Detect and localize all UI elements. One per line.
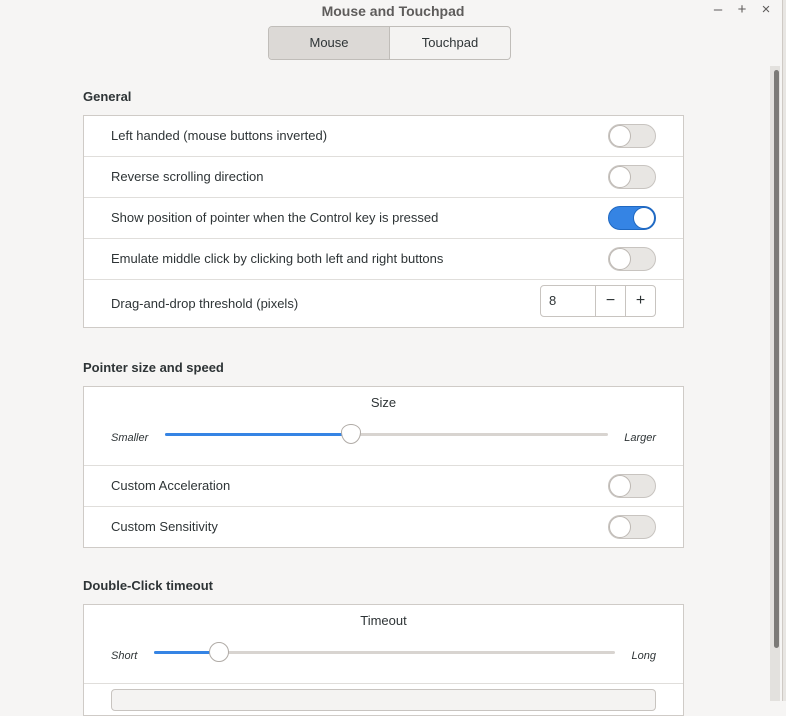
list-item: Emulate middle click by clicking both le…	[84, 239, 683, 280]
threshold-label: Drag-and-drop threshold (pixels)	[111, 296, 299, 311]
reverse-scrolling-switch[interactable]	[608, 165, 656, 189]
switch-knob	[609, 248, 631, 270]
window-title: Mouse and Touchpad	[321, 3, 465, 19]
section-doubleclick-title: Double-Click timeout	[83, 578, 214, 593]
size-slider-handle[interactable]	[341, 424, 361, 444]
decrement-button[interactable]: −	[595, 286, 625, 316]
window-edge	[782, 0, 786, 701]
list-item: Reverse scrolling direction	[84, 157, 683, 198]
switch-knob	[609, 516, 631, 538]
left-handed-label: Left handed (mouse buttons inverted)	[111, 128, 328, 143]
section-pointer-title: Pointer size and speed	[83, 360, 224, 375]
size-max-label: Larger	[624, 432, 656, 444]
threshold-value[interactable]: 8	[541, 286, 595, 316]
switch-knob	[609, 475, 631, 497]
timeout-max-label: Long	[631, 650, 656, 662]
tab-touchpad[interactable]: Touchpad	[390, 27, 510, 59]
test-area[interactable]	[111, 689, 656, 711]
timeout-slider-row: Timeout Short Long	[84, 605, 683, 684]
list-item: Show position of pointer when the Contro…	[84, 198, 683, 239]
timeout-title: Timeout	[360, 613, 407, 628]
increment-button[interactable]: +	[625, 286, 655, 316]
middle-click-switch[interactable]	[608, 247, 656, 271]
size-slider-row: Size Smaller Larger	[84, 387, 683, 466]
timeout-slider[interactable]	[154, 642, 615, 662]
section-general-title: General	[83, 89, 132, 104]
switch-knob	[609, 166, 631, 188]
size-title: Size	[370, 395, 397, 410]
close-icon[interactable]: ×	[758, 1, 774, 19]
show-pointer-switch[interactable]	[608, 206, 656, 230]
list-item: Custom Sensitivity	[84, 507, 683, 547]
tab-mouse[interactable]: Mouse	[269, 27, 390, 59]
list-item: Custom Acceleration	[84, 466, 683, 507]
title-bar: Mouse and Touchpad – + ×	[0, 0, 786, 22]
list-item: Left handed (mouse buttons inverted)	[84, 116, 683, 157]
reverse-scrolling-label: Reverse scrolling direction	[111, 169, 264, 184]
custom-sensitivity-switch[interactable]	[608, 515, 656, 539]
minimize-icon[interactable]: –	[710, 1, 726, 19]
stack-switcher: Mouse Touchpad	[268, 26, 511, 60]
switch-knob	[633, 207, 655, 229]
size-slider[interactable]	[165, 424, 608, 444]
general-frame: Left handed (mouse buttons inverted) Rev…	[83, 115, 684, 328]
custom-sensitivity-label: Custom Sensitivity	[111, 519, 218, 534]
size-slider-fill	[165, 433, 351, 436]
show-pointer-label: Show position of pointer when the Contro…	[111, 210, 439, 225]
custom-acceleration-switch[interactable]	[608, 474, 656, 498]
list-item: Drag-and-drop threshold (pixels) 8 − +	[84, 280, 683, 327]
left-handed-switch[interactable]	[608, 124, 656, 148]
switch-knob	[609, 125, 631, 147]
threshold-spinbutton: 8 − +	[540, 285, 656, 317]
pointer-frame: Size Smaller Larger Custom Acceleration …	[83, 386, 684, 548]
timeout-slider-handle[interactable]	[209, 642, 229, 662]
timeout-min-label: Short	[111, 650, 138, 662]
maximize-icon[interactable]: +	[734, 1, 750, 19]
middle-click-label: Emulate middle click by clicking both le…	[111, 251, 444, 266]
size-min-label: Smaller	[111, 432, 149, 444]
custom-acceleration-label: Custom Acceleration	[111, 478, 231, 493]
scrollbar-thumb[interactable]	[774, 70, 779, 648]
